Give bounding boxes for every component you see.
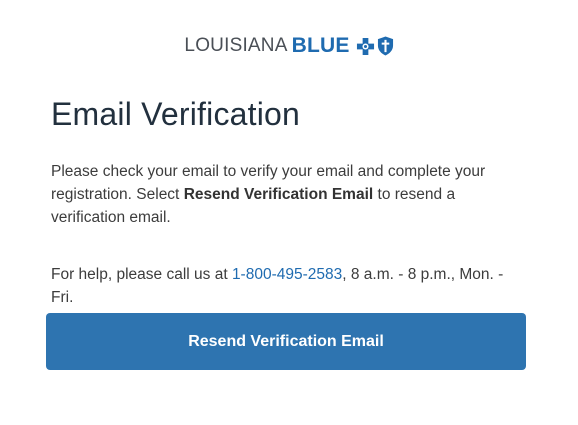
help-text: For help, please call us at 1-800-495-25… (51, 263, 521, 309)
blue-shield-icon (377, 36, 393, 56)
blue-cross-icon (356, 37, 374, 55)
logo-marks (356, 36, 394, 56)
page-title: Email Verification (51, 96, 301, 132)
verification-instructions: Please check your email to verify your e… (51, 160, 521, 229)
help-prefix: For help, please call us at (51, 266, 232, 283)
resend-verification-button[interactable]: Resend Verification Email (46, 313, 526, 370)
logo-brand-text: BLUE (291, 34, 350, 57)
instructions-emphasis: Resend Verification Email (183, 186, 374, 203)
brand-logo: LOUISIANA BLUE (0, 33, 578, 59)
logo-state-text: LOUISIANA (184, 35, 288, 56)
phone-link[interactable]: 1-800-495-2583 (232, 266, 342, 283)
